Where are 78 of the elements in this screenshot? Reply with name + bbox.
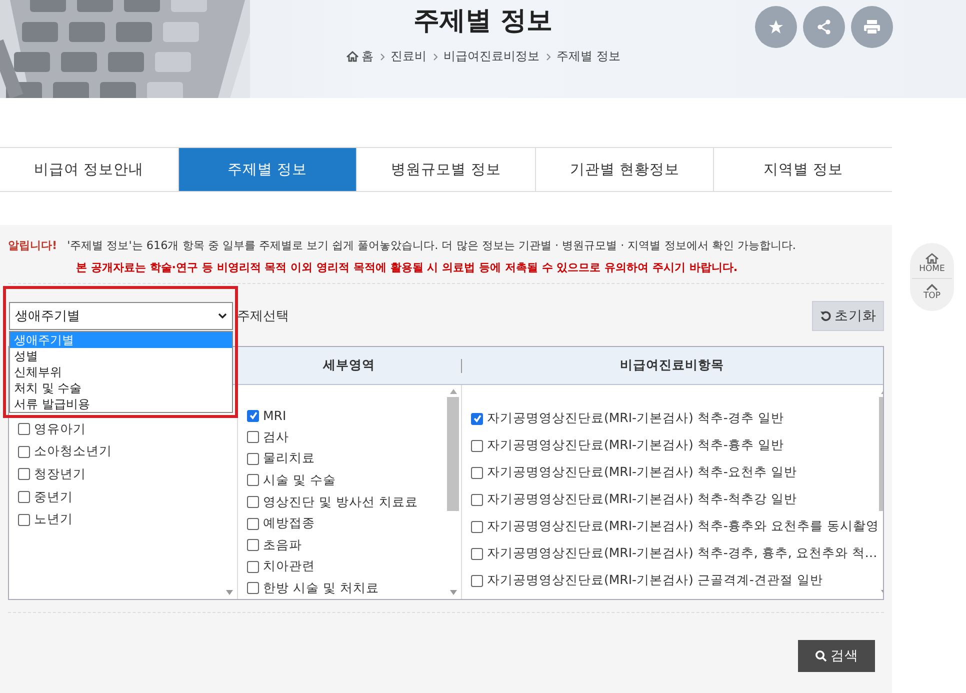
checkbox[interactable] <box>247 431 259 444</box>
checkbox-label[interactable]: 영유아기 <box>34 420 86 438</box>
scroll-down-icon[interactable] <box>226 590 232 595</box>
home-icon <box>346 51 359 62</box>
dropdown-option[interactable]: 신체부위 <box>10 364 232 380</box>
dropdown-option[interactable]: 성별 <box>10 348 232 364</box>
checkbox[interactable] <box>471 548 483 560</box>
checkbox[interactable] <box>247 518 259 530</box>
checkbox[interactable] <box>471 412 483 424</box>
page-title: 주제별 정보 <box>413 5 553 38</box>
scroll-down-icon[interactable] <box>450 590 456 595</box>
column-header: 세부영역 <box>323 357 375 374</box>
dropdown-label: 주제선택 <box>237 308 289 325</box>
checkbox-label[interactable]: 자기공명영상진단료(MRI-기본검사) 척추-척추강 일반 <box>487 491 797 508</box>
checkbox-label[interactable]: 초음파 <box>263 536 302 554</box>
checkbox[interactable] <box>18 446 30 458</box>
checkbox-label[interactable]: 청장년기 <box>34 466 86 483</box>
reset-button[interactable]: 초기화 <box>812 301 884 331</box>
checkbox-label[interactable]: 한방 시술 및 처치료 <box>263 580 379 597</box>
dropdown-option[interactable]: 처치 및 수술 <box>10 380 232 396</box>
checkbox-label[interactable]: 자기공명영상진단료(MRI-기본검사) 척추-경추, 흉추, 요천추와 척… <box>487 545 878 562</box>
checkbox-label[interactable]: 시술 및 수술 <box>263 472 336 489</box>
scrollbar[interactable] <box>447 389 459 595</box>
checkbox-label[interactable]: 자기공명영상진단료(MRI-기본검사) 척추-흉추와 요천추를 동시촬영 <box>487 518 879 535</box>
checkbox-label[interactable]: 자기공명영상진단료(MRI-기본검사) 척추-요천추 일반 <box>487 464 797 481</box>
refresh-icon <box>820 310 832 322</box>
checkbox[interactable] <box>18 423 30 436</box>
star-icon <box>768 19 784 35</box>
checkbox[interactable] <box>247 452 259 465</box>
chevron-up-icon <box>926 283 938 291</box>
checkbox-label[interactable]: 자기공명영상진단료(MRI-기본검사) 척추-흉추 일반 <box>487 437 784 454</box>
checkbox[interactable] <box>471 494 483 506</box>
checkbox[interactable] <box>247 496 259 508</box>
share-icon <box>816 19 832 35</box>
chevron-icon <box>432 52 438 60</box>
checkbox[interactable] <box>247 539 259 552</box>
checkbox-label[interactable]: 치아관련 <box>263 558 315 576</box>
checkbox[interactable] <box>247 560 259 573</box>
checkbox-label[interactable]: 영상진단 및 방사선 치료료 <box>263 494 418 511</box>
checkbox[interactable] <box>471 574 483 586</box>
chevron-icon <box>380 52 385 60</box>
side-nav-link[interactable]: HOME <box>912 249 952 278</box>
checkbox[interactable] <box>247 582 259 594</box>
printer-icon <box>863 19 881 35</box>
checkbox[interactable] <box>18 514 30 526</box>
breadcrumb-link[interactable]: 주제별 정보 <box>556 48 620 65</box>
tab[interactable]: 주제별 정보 <box>178 148 358 191</box>
topic-dropdown[interactable]: 생애주기별 <box>9 302 233 330</box>
checkbox[interactable] <box>471 520 483 532</box>
checkbox-label[interactable]: 소아청소년기 <box>34 443 112 460</box>
breadcrumb-link[interactable]: 홈 <box>362 48 374 65</box>
search-button[interactable]: 검색 <box>798 640 875 672</box>
checkbox-label[interactable]: 예방접종 <box>263 515 315 532</box>
breadcrumb-link[interactable]: 비급여진료비정보 <box>444 48 540 65</box>
checkbox[interactable] <box>247 474 259 486</box>
column-header: 비급여진료비항목 <box>620 357 724 374</box>
notice-text: '주제별 정보'는 616개 항목 중 일부를 주제별로 보기 쉽게 풀어놓았습니다. 더 많은 정보는 기관별 · 병원규모별 · 지역별 정보에서 확인 가능합니다. <box>67 238 796 253</box>
checkbox-label[interactable]: 검사 <box>263 428 289 446</box>
checkbox-label[interactable]: 노년기 <box>34 511 73 528</box>
side-nav-link[interactable]: TOP <box>912 278 952 305</box>
checkbox[interactable] <box>471 440 483 452</box>
chevron-icon <box>546 52 551 60</box>
dropdown-option[interactable]: 서류 발급비용 <box>10 396 232 412</box>
checkbox-label[interactable]: 자기공명영상진단료(MRI-기본검사) 척추-경추 일반 <box>487 410 784 427</box>
checkbox[interactable] <box>18 491 30 504</box>
checkbox-label[interactable]: 물리치료 <box>263 450 315 468</box>
warning-text: 본 공개자료는 학술·연구 등 비영리적 목적 이외 영리적 목적에 활용될 시 의료법 등에 저촉될 수 있으므로 유의하여 주시기 바랍니다. <box>76 260 739 275</box>
breadcrumb-link[interactable]: 진료비 <box>390 48 427 65</box>
checkbox[interactable] <box>471 466 483 478</box>
checkbox[interactable] <box>247 410 259 422</box>
home-icon <box>925 253 939 264</box>
search-icon <box>814 650 826 662</box>
checkbox-label[interactable]: 자기공명영상진단료(MRI-기본검사) 근골격계-견관절 일반 <box>487 572 823 589</box>
notice-label: 알립니다! <box>8 238 58 253</box>
checkbox[interactable] <box>18 468 30 480</box>
checkbox-label[interactable]: 중년기 <box>34 488 73 506</box>
caret-icon <box>218 313 227 319</box>
checkbox-label[interactable]: MRI <box>263 408 286 424</box>
